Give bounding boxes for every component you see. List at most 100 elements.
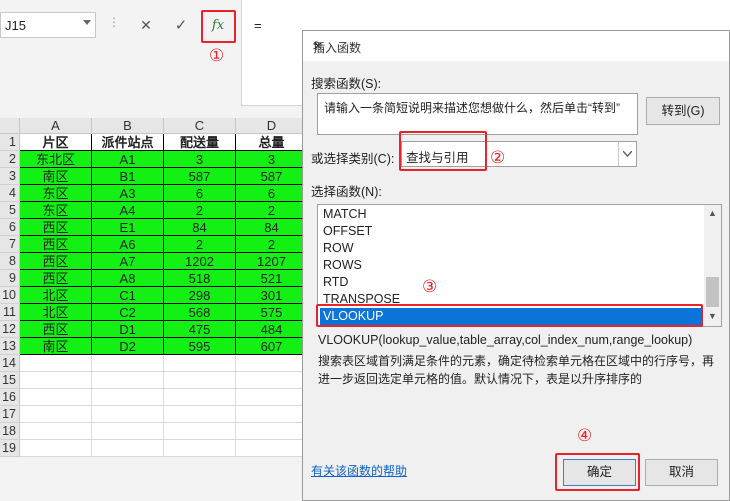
table-cell[interactable]: 2 (164, 236, 236, 253)
table-cell[interactable]: 568 (164, 304, 236, 321)
scroll-down-icon[interactable]: ▼ (708, 311, 717, 321)
scroll-thumb[interactable] (706, 277, 719, 307)
table-cell[interactable]: 2 (236, 202, 308, 219)
table-cell[interactable]: 575 (236, 304, 308, 321)
name-box[interactable]: J15 (0, 12, 96, 38)
empty-cell[interactable] (20, 372, 92, 389)
row-header[interactable]: 17 (0, 406, 20, 423)
table-cell[interactable]: 东北区 (20, 151, 92, 168)
table-cell[interactable]: 84 (164, 219, 236, 236)
table-cell[interactable]: 2 (164, 202, 236, 219)
table-cell[interactable]: 475 (164, 321, 236, 338)
empty-cell[interactable] (92, 389, 164, 406)
empty-cell[interactable] (236, 389, 308, 406)
table-cell[interactable]: 518 (164, 270, 236, 287)
empty-cell[interactable] (92, 423, 164, 440)
empty-cell[interactable] (236, 423, 308, 440)
function-item[interactable]: OFFSET (320, 223, 703, 240)
row-header[interactable]: 19 (0, 440, 20, 457)
table-cell[interactable]: 1202 (164, 253, 236, 270)
table-header-cell[interactable]: 总量 (236, 134, 308, 151)
table-cell[interactable]: C2 (92, 304, 164, 321)
select-all-corner[interactable] (0, 118, 20, 134)
empty-cell[interactable] (164, 389, 236, 406)
row-header[interactable]: 13 (0, 338, 20, 355)
column-header-b[interactable]: B (92, 118, 164, 134)
table-header-cell[interactable]: 片区 (20, 134, 92, 151)
table-cell[interactable]: D2 (92, 338, 164, 355)
empty-cell[interactable] (20, 389, 92, 406)
table-cell[interactable]: 298 (164, 287, 236, 304)
table-cell[interactable]: 595 (164, 338, 236, 355)
table-cell[interactable]: 北区 (20, 287, 92, 304)
close-icon[interactable]: ✕ (313, 39, 323, 53)
function-item[interactable]: MATCH (320, 206, 703, 223)
row-header[interactable]: 7 (0, 236, 20, 253)
table-cell[interactable]: A6 (92, 236, 164, 253)
table-cell[interactable]: 6 (164, 185, 236, 202)
empty-cell[interactable] (164, 423, 236, 440)
table-cell[interactable]: A8 (92, 270, 164, 287)
table-cell[interactable]: 3 (236, 151, 308, 168)
table-header-cell[interactable]: 配送量 (164, 134, 236, 151)
row-header[interactable]: 2 (0, 151, 20, 168)
table-cell[interactable]: 南区 (20, 168, 92, 185)
table-cell[interactable]: 北区 (20, 304, 92, 321)
empty-cell[interactable] (20, 355, 92, 372)
empty-cell[interactable] (236, 440, 308, 457)
column-header-c[interactable]: C (164, 118, 236, 134)
function-item[interactable]: ROWS (320, 257, 703, 274)
row-header[interactable]: 15 (0, 372, 20, 389)
chevron-down-icon[interactable] (618, 142, 636, 166)
empty-cell[interactable] (164, 440, 236, 457)
go-button[interactable]: 转到(G) (646, 97, 720, 125)
row-header[interactable]: 14 (0, 355, 20, 372)
empty-cell[interactable] (164, 406, 236, 423)
table-cell[interactable]: 南区 (20, 338, 92, 355)
empty-cell[interactable] (92, 406, 164, 423)
table-cell[interactable]: 301 (236, 287, 308, 304)
row-header[interactable]: 4 (0, 185, 20, 202)
empty-cell[interactable] (92, 355, 164, 372)
row-header[interactable]: 5 (0, 202, 20, 219)
function-item[interactable]: RTD (320, 274, 703, 291)
row-header[interactable]: 11 (0, 304, 20, 321)
empty-cell[interactable] (20, 440, 92, 457)
function-item[interactable]: ROW (320, 240, 703, 257)
row-header[interactable]: 9 (0, 270, 20, 287)
table-cell[interactable]: C1 (92, 287, 164, 304)
empty-cell[interactable] (20, 423, 92, 440)
enter-formula-button[interactable]: ✓ (168, 13, 194, 37)
table-cell[interactable]: 587 (236, 168, 308, 185)
table-cell[interactable]: 3 (164, 151, 236, 168)
table-cell[interactable]: 84 (236, 219, 308, 236)
table-cell[interactable]: 2 (236, 236, 308, 253)
name-box-dropdown-icon[interactable] (83, 20, 91, 25)
row-header[interactable]: 8 (0, 253, 20, 270)
table-cell[interactable]: 1207 (236, 253, 308, 270)
empty-cell[interactable] (92, 372, 164, 389)
row-header[interactable]: 1 (0, 134, 20, 151)
table-cell[interactable]: B1 (92, 168, 164, 185)
column-header-d[interactable]: D (236, 118, 308, 134)
row-header[interactable]: 16 (0, 389, 20, 406)
function-help-link[interactable]: 有关该函数的帮助 (311, 462, 407, 479)
column-header-a[interactable]: A (20, 118, 92, 134)
function-list-scrollbar[interactable]: ▲ ▼ (704, 205, 721, 326)
row-header[interactable]: 12 (0, 321, 20, 338)
table-cell[interactable]: 587 (164, 168, 236, 185)
empty-cell[interactable] (164, 372, 236, 389)
scroll-up-icon[interactable]: ▲ (708, 208, 717, 218)
table-cell[interactable]: 521 (236, 270, 308, 287)
table-cell[interactable]: 东区 (20, 202, 92, 219)
row-header[interactable]: 6 (0, 219, 20, 236)
drag-handle-icon[interactable]: ⋮ (108, 15, 120, 29)
table-cell[interactable]: A1 (92, 151, 164, 168)
cancel-button[interactable]: 取消 (645, 459, 718, 486)
table-cell[interactable]: 484 (236, 321, 308, 338)
table-cell[interactable]: E1 (92, 219, 164, 236)
empty-cell[interactable] (164, 355, 236, 372)
row-header[interactable]: 3 (0, 168, 20, 185)
empty-cell[interactable] (92, 440, 164, 457)
table-cell[interactable]: 607 (236, 338, 308, 355)
